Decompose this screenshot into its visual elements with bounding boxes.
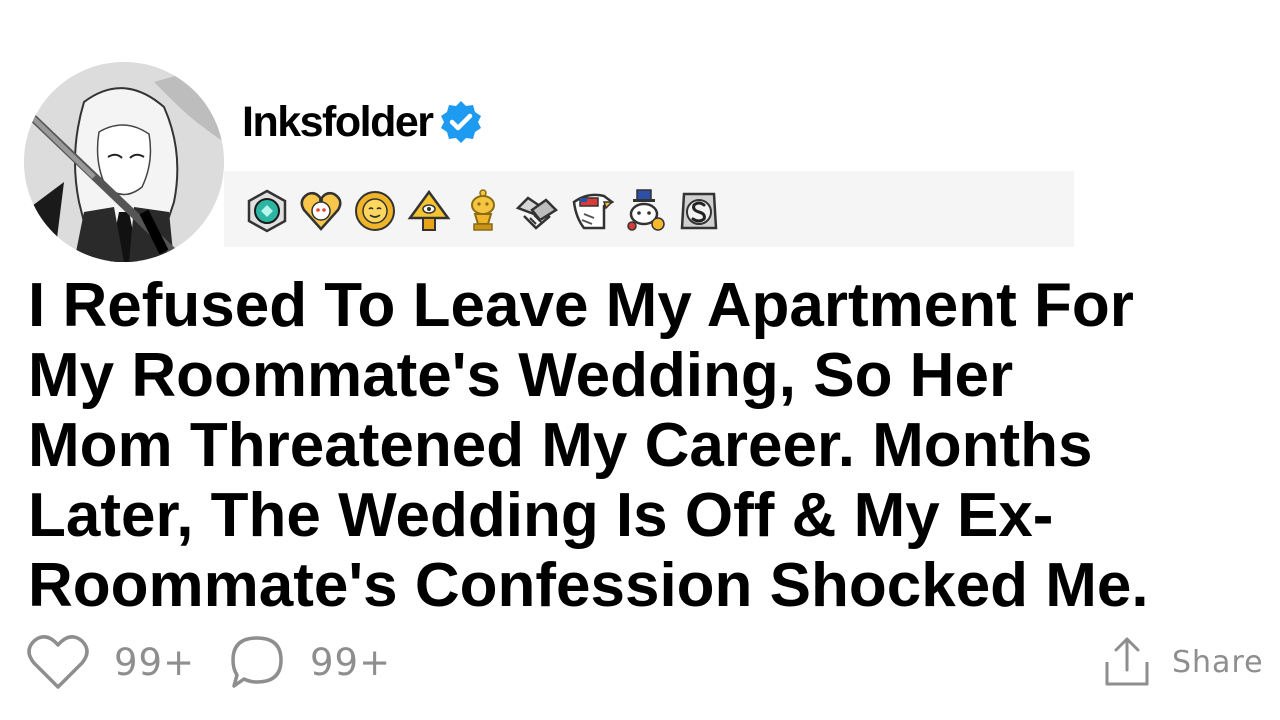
comment-button[interactable]: 99+	[228, 630, 391, 694]
avatar[interactable]	[24, 62, 224, 262]
awards-bar	[224, 171, 1074, 247]
anime-girl-with-sword-avatar-icon	[24, 62, 224, 262]
heart-icon	[27, 635, 89, 689]
silver-s-award-icon[interactable]	[672, 186, 726, 236]
comment-bubble-icon	[231, 636, 283, 688]
gold-trophy-snoo-award-icon[interactable]	[456, 186, 510, 236]
handshake-award-icon[interactable]	[510, 186, 564, 236]
wholesome-heart-award-icon[interactable]	[294, 186, 348, 236]
share-label: Share	[1172, 644, 1264, 680]
author-row: Inksfolder	[242, 96, 485, 148]
teal-gem-award-icon[interactable]	[240, 186, 294, 236]
author-name[interactable]: Inksfolder	[242, 96, 434, 148]
pyramid-eye-award-icon[interactable]	[402, 186, 456, 236]
post-title-line: Roommate's Confession Shocked Me.	[28, 551, 1149, 620]
post-title-line: My Roommate's Wedding, So Her	[28, 341, 1014, 410]
post-title: I Refused To Leave My Apartment For My R…	[28, 271, 1268, 621]
snoo-uncle-sam-award-icon[interactable]	[618, 186, 672, 236]
post-title-line: Later, The Wedding Is Off & My Ex-	[28, 481, 1054, 550]
share-icon	[1105, 637, 1149, 686]
like-button[interactable]: 99+	[26, 630, 195, 694]
post-title-line: I Refused To Leave My Apartment For	[28, 271, 1134, 340]
comment-count: 99+	[310, 640, 392, 684]
verified-badge-icon	[440, 101, 481, 143]
post-actions: 99+ 99+ Share	[0, 630, 1280, 694]
post-title-line: Mom Threatened My Career. Months	[28, 411, 1093, 480]
eagle-flag-award-icon[interactable]	[564, 186, 618, 236]
sun-face-award-icon[interactable]	[348, 186, 402, 236]
share-button[interactable]: Share	[1104, 630, 1264, 694]
like-count: 99+	[114, 640, 196, 684]
